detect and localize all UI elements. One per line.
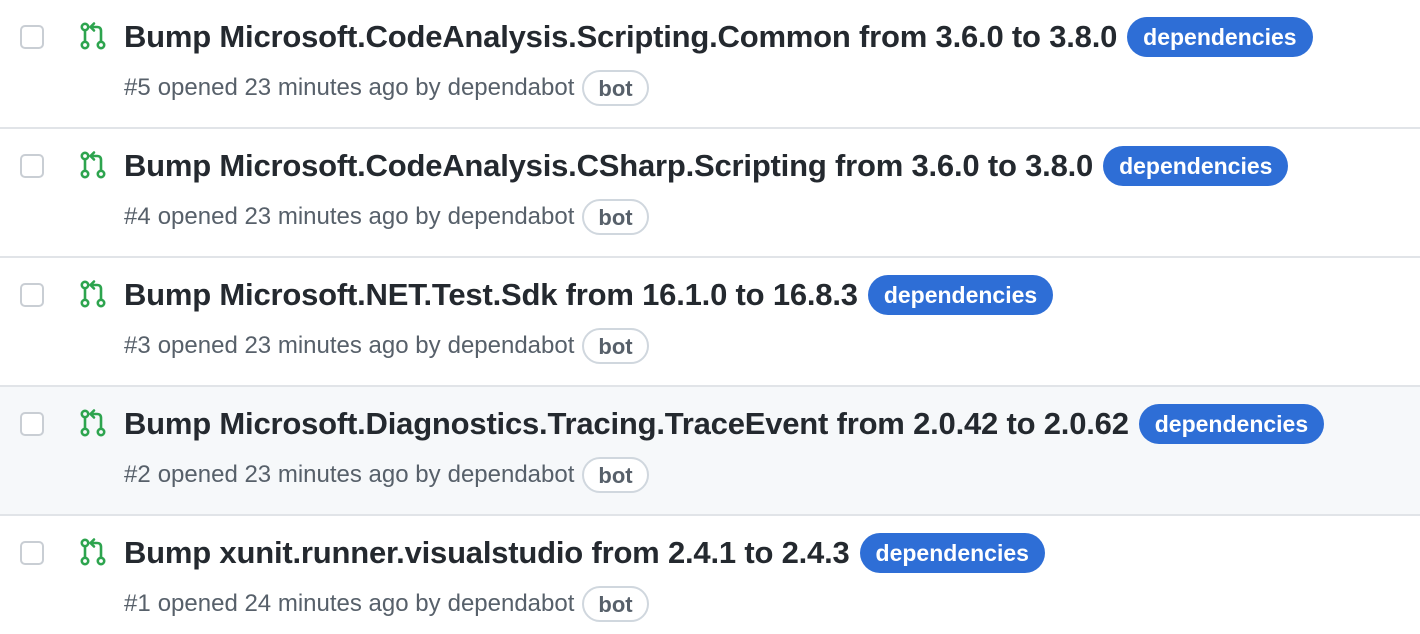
select-checkbox[interactable] [20,283,44,307]
select-checkbox[interactable] [20,25,44,49]
pr-title-link[interactable]: Bump Microsoft.CodeAnalysis.CSharp.Scrip… [124,148,1093,184]
dependencies-label[interactable]: dependencies [859,533,1045,573]
pr-number: #3 [124,332,151,359]
pr-meta: #4 opened 23 minutes ago by dependabot b… [124,197,649,237]
pr-author-link[interactable]: dependabot [448,74,575,102]
pr-row: Bump Microsoft.CodeAnalysis.CSharp.Scrip… [0,129,1420,258]
pr-row: Bump Microsoft.NET.Test.Sdk from 16.1.0 … [0,258,1420,387]
pr-number: #1 [124,590,151,617]
pr-opened-text: opened 24 minutes ago by [157,590,441,617]
bot-badge: bot [582,586,649,622]
pr-opened-text: opened 23 minutes ago by [157,332,441,359]
bot-badge: bot [582,328,649,364]
pr-number: #4 [124,203,151,230]
pr-title-link[interactable]: Bump xunit.runner.visualstudio from 2.4.… [124,535,850,571]
bot-badge: bot [582,70,649,106]
dependencies-label[interactable]: dependencies [1138,404,1325,444]
git-pull-request-open-icon [80,538,106,566]
pr-title-link[interactable]: Bump Microsoft.NET.Test.Sdk from 16.1.0 … [124,277,858,313]
pr-title-line: Bump Microsoft.CodeAnalysis.Scripting.Co… [124,15,1313,59]
git-pull-request-open-icon [80,280,106,308]
pr-number: #5 [124,74,151,101]
pull-request-list: Bump Microsoft.CodeAnalysis.Scripting.Co… [0,0,1420,634]
dependencies-label[interactable]: dependencies [1103,146,1289,186]
select-checkbox[interactable] [20,412,44,436]
bot-badge: bot [582,199,649,235]
pr-row: Bump Microsoft.CodeAnalysis.Scripting.Co… [0,0,1420,129]
pr-meta: #2 opened 23 minutes ago by dependabot b… [124,455,649,495]
pr-title-line: Bump xunit.runner.visualstudio from 2.4.… [124,531,1045,575]
pr-author-link[interactable]: dependabot [448,590,575,618]
git-pull-request-open-icon [80,22,106,50]
pr-meta: #5 opened 23 minutes ago by dependabot b… [124,68,649,108]
pr-meta: #3 opened 23 minutes ago by dependabot b… [124,326,649,366]
pr-title-link[interactable]: Bump Microsoft.CodeAnalysis.Scripting.Co… [124,19,1117,55]
dependencies-label[interactable]: dependencies [1127,17,1313,57]
pr-opened-text: opened 23 minutes ago by [157,461,441,488]
pr-title-line: Bump Microsoft.NET.Test.Sdk from 16.1.0 … [124,273,1054,317]
pr-meta: #1 opened 24 minutes ago by dependabot b… [124,584,649,624]
pr-row: Bump xunit.runner.visualstudio from 2.4.… [0,516,1420,634]
git-pull-request-open-icon [80,409,106,437]
pr-row: Bump Microsoft.Diagnostics.Tracing.Trace… [0,387,1420,516]
pr-author-link[interactable]: dependabot [448,332,575,360]
git-pull-request-open-icon [80,151,106,179]
pr-opened-text: opened 23 minutes ago by [157,203,441,230]
pr-author-link[interactable]: dependabot [448,203,575,231]
pr-author-link[interactable]: dependabot [448,461,575,489]
select-checkbox[interactable] [20,154,44,178]
pr-title-line: Bump Microsoft.Diagnostics.Tracing.Trace… [124,402,1325,446]
bot-badge: bot [582,457,649,493]
pr-title-link[interactable]: Bump Microsoft.Diagnostics.Tracing.Trace… [124,406,1129,442]
pr-title-line: Bump Microsoft.CodeAnalysis.CSharp.Scrip… [124,144,1289,188]
pr-number: #2 [124,461,151,488]
select-checkbox[interactable] [20,541,44,565]
dependencies-label[interactable]: dependencies [867,275,1054,315]
pr-opened-text: opened 23 minutes ago by [157,74,441,101]
